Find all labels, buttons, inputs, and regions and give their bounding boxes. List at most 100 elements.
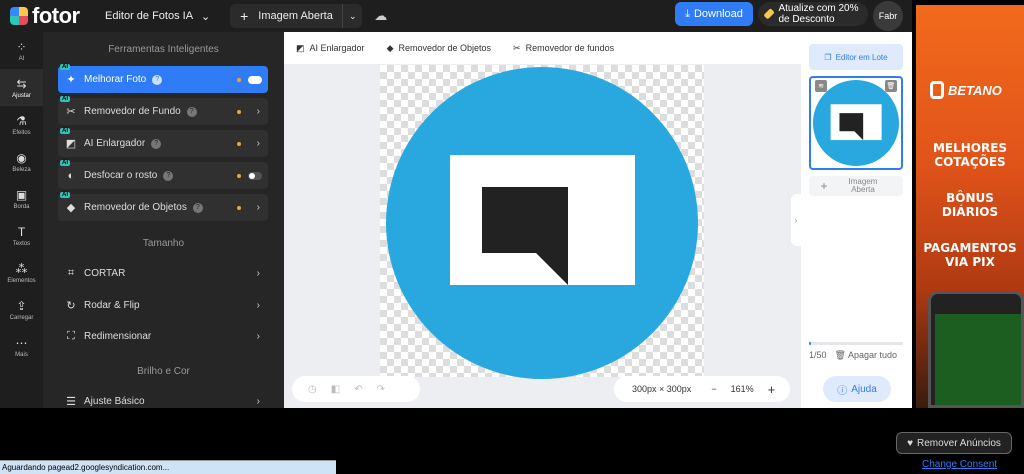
chevron-right-icon: › (256, 106, 260, 117)
fotor-logo[interactable]: fotor (10, 3, 90, 29)
tool-background-remover[interactable]: AI ✂ Removedor de Fundo ? › (58, 96, 268, 125)
rotate-icon: ↻ (66, 299, 76, 312)
compare-icon[interactable]: ◧ (331, 384, 340, 395)
zoom-level[interactable]: 161% (731, 384, 754, 394)
adjust-icon: ⇆ (16, 76, 27, 91)
cloud-icon[interactable]: ☁ (374, 8, 387, 24)
advertisement-banner[interactable]: BETANO MELHORES COTAÇÕES BÔNUS DIÁRIOS P… (916, 5, 1024, 408)
expand-right-panel-button[interactable]: › (791, 194, 801, 246)
tool-resize[interactable]: ⛶ Redimensionar › (58, 326, 268, 346)
upgrade-label: Atualize com 20% de Desconto (778, 3, 859, 25)
background-remover-button[interactable]: ✂ Removedor de fundos (513, 43, 614, 54)
tool-basic-adjust[interactable]: ☰ Ajuste Básico › (58, 391, 268, 408)
tool-ai-enlarger[interactable]: AI ◩ AI Enlargador ? › (58, 128, 268, 157)
nav-item-adjust[interactable]: ⇆ Ajustar (0, 69, 43, 106)
thumbnail-image (813, 80, 899, 166)
remove-ads-label: Remover Anúncios (917, 437, 1001, 449)
help-icon[interactable]: ? (192, 202, 203, 213)
help-icon[interactable]: ? (152, 74, 163, 85)
help-icon[interactable]: ? (163, 170, 174, 181)
nav-item-more[interactable]: ⋯ Mais (0, 328, 43, 365)
editor-type-label: Editor de Fotos IA (105, 10, 194, 22)
redo-icon[interactable]: ↷ (377, 384, 385, 395)
resize-icon: ⛶ (67, 329, 75, 342)
enlarge-icon: ◩ (296, 42, 305, 53)
chevron-right-icon: › (256, 299, 260, 311)
nav-item-beauty[interactable]: ◉ Beleza (0, 143, 43, 180)
chevron-down-icon[interactable]: ⌄ (342, 4, 362, 28)
help-icon[interactable]: ? (151, 138, 162, 149)
object-remover-button[interactable]: ◆ Removedor de Objetos (387, 43, 491, 54)
tool-label: Ajuste Básico (84, 395, 145, 407)
zoom-in-icon[interactable]: + (768, 382, 776, 397)
ad-line: PAGAMENTOS VIA PIX (923, 241, 1017, 269)
chevron-right-icon: › (256, 330, 260, 342)
enlarge-icon: ◩ (65, 138, 77, 150)
tool-label: CORTAR (84, 267, 126, 279)
image-canvas[interactable] (380, 65, 704, 379)
magic-wand-icon: ✦ (66, 74, 76, 86)
layers-icon[interactable]: ≋ (815, 80, 827, 92)
nav-item-border[interactable]: ▣ Borda (0, 180, 43, 217)
editor-type-dropdown[interactable]: Editor de Fotos IA ⌄ (105, 10, 210, 23)
upgrade-button[interactable]: Atualize com 20% de Desconto (758, 2, 868, 26)
nav-item-effects[interactable]: ⚗ Efeitos (0, 106, 43, 143)
clear-all-button[interactable]: 🗑 Apagar tudo (835, 350, 898, 361)
open-image-label: Imagem Aberta (258, 10, 333, 22)
tool-label: Melhorar Foto (84, 74, 147, 85)
history-icon[interactable]: ◷ (308, 384, 317, 395)
help-icon[interactable]: ? (186, 106, 197, 117)
ai-enlarger-button[interactable]: ◩ AI Enlargador (296, 43, 365, 54)
image-count-row: 1/50 🗑 Apagar tudo (809, 350, 909, 361)
progress-fill (809, 342, 811, 345)
open-image-button[interactable]: + Imagem Aberta ⌄ (230, 4, 363, 28)
zoom-out-icon[interactable]: − (711, 384, 716, 394)
status-dot (237, 109, 241, 114)
tool-crop[interactable]: ⌗ CORTAR › (58, 263, 268, 283)
chevron-right-icon: › (256, 267, 260, 279)
nav-label: Efeitos (12, 129, 31, 136)
trash-icon: 🗑 (834, 350, 846, 360)
ad-line: BÔNUS DIÁRIOS (941, 191, 999, 219)
nav-label: Carregar (9, 314, 34, 321)
tool-blur-face[interactable]: AI ◐ Desfocar o rosto ? (58, 160, 268, 189)
status-dot (237, 141, 241, 146)
ad-phone-image (928, 291, 1024, 408)
nav-item-text[interactable]: T Textos (0, 217, 43, 254)
smart-tools-title: Ferramentas Inteligentes (108, 44, 219, 55)
tool-rotate-flip[interactable]: ↻ Rodar & Flip › (58, 295, 268, 315)
batch-editor-button[interactable]: ❐ Editor em Lote (809, 44, 903, 70)
change-consent-link[interactable]: Change Consent (922, 459, 997, 470)
eraser-icon: ◆ (66, 202, 76, 214)
logo-graphic (450, 155, 635, 285)
nav-item-upload[interactable]: ⇪ Carregar (0, 291, 43, 328)
toggle-switch[interactable] (248, 75, 262, 84)
toggle-switch[interactable] (248, 171, 262, 180)
trash-icon[interactable]: 🗑 (885, 80, 897, 92)
add-image-button[interactable]: + Imagem Aberta (809, 176, 903, 196)
image-dimensions: 300px × 300px (632, 384, 692, 394)
download-button[interactable]: ⤓ Download (675, 2, 753, 26)
avatar[interactable]: Fabr (873, 1, 903, 31)
remove-ads-button[interactable]: ♥ Remover Anúncios (896, 432, 1012, 454)
diamond-icon (763, 8, 776, 20)
status-dot (237, 173, 241, 178)
tool-object-remover[interactable]: AI ◆ Removedor de Objetos ? › (58, 192, 268, 221)
nav-item-elements[interactable]: ⁂ Elementos (0, 254, 43, 291)
undo-icon[interactable]: ↶ (354, 384, 362, 395)
sliders-icon: ☰ (66, 395, 76, 408)
nav-label: AI (18, 55, 25, 62)
batch-editor-label: Editor em Lote (835, 52, 888, 62)
image-thumbnail[interactable]: ≋ 🗑 (809, 76, 903, 170)
upload-icon: ⇪ (16, 298, 27, 313)
tool-label: AI Enlargador (84, 138, 146, 149)
ad-line: MELHORES COTAÇÕES (932, 141, 1008, 169)
help-button[interactable]: ⓘ Ajuda (823, 376, 891, 402)
browser-status-bar: Aguardando pagead2.googlesyndication.com… (0, 460, 336, 474)
avatar-text: Fabr (878, 11, 898, 21)
nav-item-ai[interactable]: ⁘ AI (0, 32, 43, 69)
tool-enhance-photo[interactable]: AI ✦ Melhorar Foto ? (58, 64, 268, 93)
help-label: Ajuda (851, 383, 877, 395)
ai-icon: ⁘ (16, 39, 27, 54)
chevron-right-icon: › (256, 138, 260, 149)
